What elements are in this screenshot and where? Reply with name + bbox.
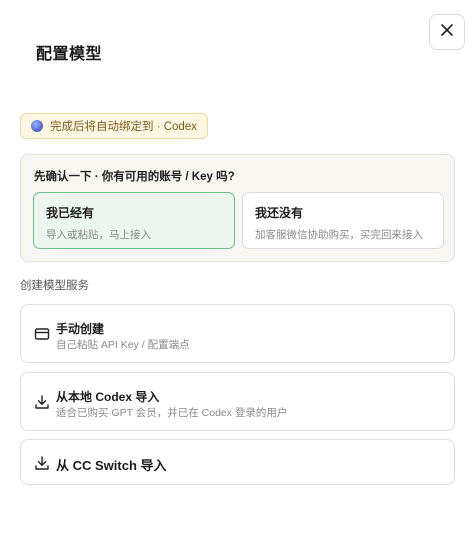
option-subtitle: 适合已购买 GPT 会员，并已在 Codex 登录的用户 bbox=[56, 407, 288, 419]
account-confirm-panel: 先确认一下 · 你有可用的账号 / Key 吗? 我已经有 导入或粘贴，马上接入… bbox=[20, 154, 455, 262]
download-icon bbox=[34, 455, 50, 471]
choice-no-account[interactable]: 我还没有 加客服微信协助购买，买完回来接入 bbox=[242, 192, 444, 249]
import-local-codex-option[interactable]: 从本地 Codex 导入 适合已购买 GPT 会员，并已在 Codex 登录的用… bbox=[20, 372, 455, 431]
dialog-title: 配置模型 bbox=[36, 46, 103, 63]
auto-bind-badge: 完成后将自动绑定到 · Codex bbox=[20, 113, 208, 139]
close-button[interactable] bbox=[429, 14, 465, 50]
choice-title: 我已经有 bbox=[46, 206, 95, 220]
choice-title: 我还没有 bbox=[255, 206, 304, 220]
option-subtitle: 自己粘贴 API Key / 配置端点 bbox=[56, 339, 190, 351]
option-title: 从本地 Codex 导入 bbox=[56, 390, 160, 404]
option-title: 从 CC Switch 导入 bbox=[56, 458, 167, 473]
import-cc-switch-option[interactable]: 从 CC Switch 导入 bbox=[20, 439, 455, 485]
credit-card-icon bbox=[34, 326, 50, 342]
choice-subtitle: 导入或粘贴，马上接入 bbox=[46, 229, 151, 241]
create-section-label: 创建模型服务 bbox=[20, 280, 89, 292]
option-title: 手动创建 bbox=[56, 322, 105, 336]
codex-logo-icon bbox=[31, 120, 43, 132]
confirm-question: 先确认一下 · 你有可用的账号 / Key 吗? bbox=[34, 171, 235, 183]
close-icon bbox=[440, 23, 454, 42]
configure-model-dialog: 配置模型 完成后将自动绑定到 · Codex 先确认一下 · 你有可用的账号 /… bbox=[0, 0, 475, 538]
badge-text: 完成后将自动绑定到 · Codex bbox=[50, 121, 197, 133]
choice-subtitle: 加客服微信协助购买，买完回来接入 bbox=[255, 229, 423, 241]
download-icon bbox=[34, 394, 50, 410]
manual-create-option[interactable]: 手动创建 自己粘贴 API Key / 配置端点 bbox=[20, 304, 455, 363]
choice-have-account[interactable]: 我已经有 导入或粘贴，马上接入 bbox=[33, 192, 235, 249]
